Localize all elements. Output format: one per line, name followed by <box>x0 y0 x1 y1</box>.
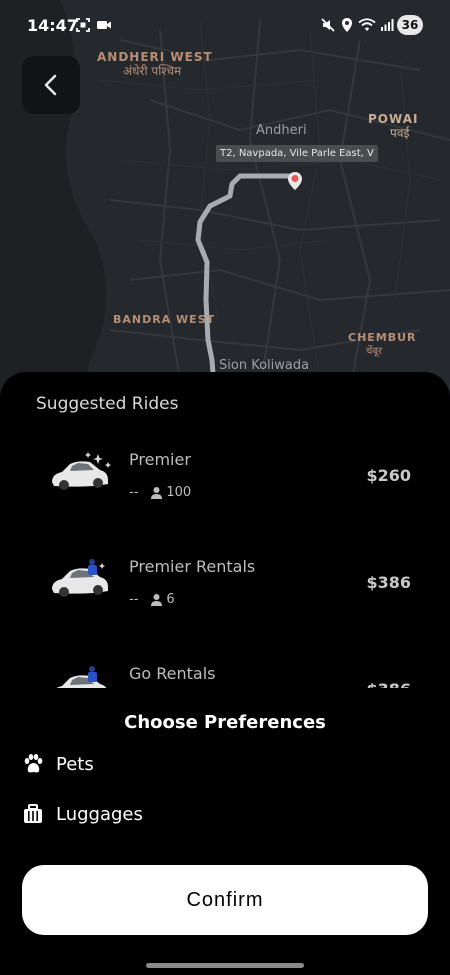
status-time: 14:47 <box>27 16 78 35</box>
map-label-text: POWAI <box>368 112 419 126</box>
home-indicator[interactable] <box>146 963 304 968</box>
preference-luggages[interactable]: Luggages <box>22 803 143 825</box>
ride-price: $260 <box>366 466 411 485</box>
map-label-andheri-west: ANDHERI WEST अंधेरी पश्चिम <box>97 50 213 78</box>
back-button[interactable] <box>22 56 80 114</box>
ride-meta: -- 100 <box>129 485 191 500</box>
rides-list[interactable]: Premier -- 100 $260 Premier Rentals -- 6… <box>0 430 450 688</box>
bottom-sheet: Suggested Rides Premier -- 100 $260 Prem… <box>0 372 450 975</box>
signal-icon <box>381 19 394 31</box>
suggested-rides-title: Suggested Rides <box>36 394 179 414</box>
location-icon <box>342 18 352 32</box>
screenshot-icon <box>76 18 90 32</box>
map-label-text: ANDHERI WEST <box>97 50 213 64</box>
wifi-icon <box>358 18 376 31</box>
map-label-andheri: Andheri <box>256 123 307 138</box>
luggage-icon <box>24 804 42 823</box>
chevron-left-icon <box>44 74 57 96</box>
map-label-text: CHEMBUR <box>348 331 417 344</box>
status-bar: 14:47 36 <box>0 0 450 50</box>
choose-preferences-title: Choose Preferences <box>124 712 326 733</box>
mute-icon <box>321 18 335 32</box>
car-icon <box>56 666 107 688</box>
ride-name: Premier <box>129 450 191 469</box>
person-icon <box>151 594 163 606</box>
preference-label: Luggages <box>56 803 143 825</box>
ride-price: $386 <box>366 573 411 592</box>
car-icon <box>52 559 108 597</box>
ride-price: $386 <box>366 680 411 688</box>
paw-icon <box>24 754 43 773</box>
video-icon <box>97 21 111 29</box>
ride-name: Premier Rentals <box>129 557 256 576</box>
ride-meta: -- 6 <box>129 592 175 607</box>
ride-capacity: 6 <box>166 592 175 607</box>
car-icon <box>52 452 111 490</box>
ride-option-go-rentals[interactable]: Go Rentals $386 <box>0 644 450 688</box>
ride-capacity: 100 <box>166 485 192 500</box>
preference-label: Pets <box>56 753 94 775</box>
preference-pets[interactable]: Pets <box>22 753 94 775</box>
map-label-subtext: चेंबूर <box>366 346 383 357</box>
ride-option-premier[interactable]: Premier -- 100 $260 <box>0 430 450 530</box>
location-callout: T2, Navpada, Vile Parle East, V <box>216 145 378 162</box>
map-label-bandra-west: BANDRA WEST <box>113 313 216 326</box>
map-label-sion-koliwada: Sion Koliwada <box>219 358 310 373</box>
map-label-powai: POWAI पवई <box>368 112 418 140</box>
battery-indicator: 36 <box>397 15 423 35</box>
ride-name: Go Rentals <box>129 664 216 683</box>
location-pin-icon <box>288 172 302 190</box>
ride-eta: -- <box>129 485 139 500</box>
map-label-subtext: अंधेरी पश्चिम <box>123 64 182 78</box>
ride-option-premier-rentals[interactable]: Premier Rentals -- 6 $386 <box>0 537 450 637</box>
map-label-chembur: CHEMBUR चेंबूर <box>348 331 417 359</box>
person-icon <box>151 487 163 499</box>
confirm-button[interactable]: Confirm <box>22 865 428 935</box>
map-label-subtext: पवई <box>390 126 410 140</box>
ride-eta: -- <box>129 592 139 607</box>
